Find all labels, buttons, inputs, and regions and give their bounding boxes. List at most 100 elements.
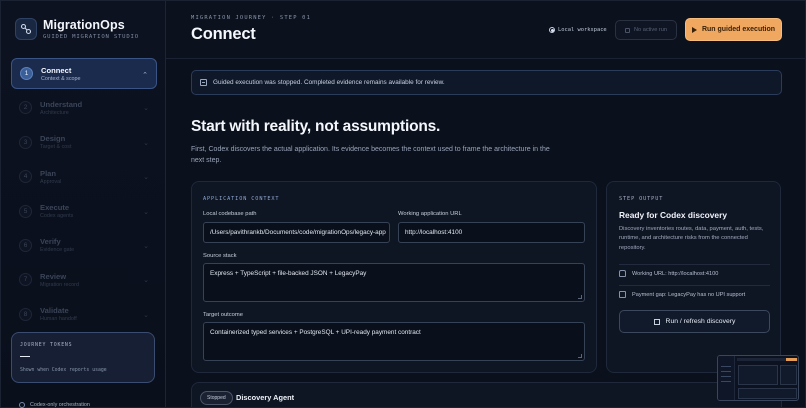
step-subtitle: Migration record xyxy=(40,281,79,288)
source-stack-textarea[interactable]: Express + TypeScript + file-backed JSON … xyxy=(203,263,585,302)
workspace-label: Local workspace xyxy=(558,27,607,33)
sidebar-footer: Codex-only orchestration xyxy=(19,402,90,408)
working-url-row: Working URL: http://localhost:4100 xyxy=(619,270,718,277)
step-connect[interactable]: 1 Connect Context & scope ⌃ xyxy=(11,58,157,89)
working-url-text: Working URL: http://localhost:4100 xyxy=(632,270,719,277)
step-title: Validate xyxy=(40,306,69,316)
application-url-input[interactable]: http://localhost:4100 xyxy=(398,222,585,243)
chevron-icon: ⌄ xyxy=(143,208,149,216)
target-outcome-label: Target outcome xyxy=(203,312,243,318)
step-title: Review xyxy=(40,271,67,281)
main-content: MIGRATION JOURNEY · STEP 01 Connect Loca… xyxy=(166,1,805,407)
chevron-icon: ⌄ xyxy=(143,105,149,113)
brand: MigrationOps GUIDED MIGRATION STUDIO xyxy=(1,1,165,40)
header: MIGRATION JOURNEY · STEP 01 Connect Loca… xyxy=(166,1,805,59)
step-subtitle: Context & scope xyxy=(41,75,81,82)
target-outcome-value: Containerized typed services + PostgreSQ… xyxy=(210,329,421,336)
step-validate[interactable]: 8 Validate Human handoff ⌄ xyxy=(11,299,157,330)
no-active-run-button[interactable]: No active run xyxy=(615,20,677,40)
logo-icon xyxy=(15,18,37,40)
journey-steps: 1 Connect Context & scope ⌃ 2 Understand… xyxy=(11,58,157,333)
step-number: 5 xyxy=(19,204,32,218)
no-active-run-label: No active run xyxy=(634,27,667,33)
hero-title: Start with reality, not assumptions. xyxy=(191,118,441,135)
step-title: Design xyxy=(40,134,66,144)
refresh-button-label: Run / refresh discovery xyxy=(665,318,736,325)
step-execute[interactable]: 5 Execute Codex agents ⌄ xyxy=(11,196,157,227)
chevron-icon: ⌄ xyxy=(143,139,149,147)
status-dot-icon xyxy=(19,402,25,408)
step-subtitle: Approval xyxy=(40,178,62,185)
server-icon xyxy=(619,270,626,277)
step-number: 6 xyxy=(19,238,32,252)
step-number: 3 xyxy=(19,135,32,149)
page-title: Connect xyxy=(191,25,256,43)
step-number: 2 xyxy=(19,101,32,115)
chevron-icon: ⌄ xyxy=(143,277,149,285)
step-design[interactable]: 3 Design Target & cost ⌄ xyxy=(11,127,157,158)
footer-label: Codex-only orchestration xyxy=(30,402,90,408)
resize-handle-icon[interactable] xyxy=(578,354,582,358)
chevron-icon: ⌄ xyxy=(143,174,149,182)
output-description: Discovery inventories routes, data, paym… xyxy=(619,226,764,251)
target-outcome-textarea[interactable]: Containerized typed services + PostgreSQ… xyxy=(203,322,585,361)
step-subtitle: Target & cost xyxy=(40,144,72,151)
brand-subtitle: GUIDED MIGRATION STUDIO xyxy=(43,34,139,40)
brand-name: MigrationOps xyxy=(43,18,125,32)
stop-icon xyxy=(625,27,631,33)
chevron-icon: ⌄ xyxy=(143,242,149,250)
card-icon xyxy=(619,291,626,298)
step-title: Verify xyxy=(40,237,61,247)
workspace-radio[interactable]: Local workspace xyxy=(549,27,607,33)
step-verify[interactable]: 6 Verify Evidence gate ⌄ xyxy=(11,230,157,261)
step-subtitle: Human handoff xyxy=(40,316,77,323)
run-button-label: Run guided execution xyxy=(701,26,776,33)
divider xyxy=(619,264,770,265)
step-plan[interactable]: 4 Plan Approval ⌄ xyxy=(11,161,157,192)
chevron-icon: ⌃ xyxy=(142,72,148,79)
section-label: APPLICATION CONTEXT xyxy=(203,196,280,202)
step-subtitle: Codex agents xyxy=(40,213,74,220)
run-refresh-discovery-button[interactable]: Run / refresh discovery xyxy=(619,310,770,333)
divider xyxy=(619,285,770,286)
journey-tokens-card: JOURNEY TOKENS — Shown when Codex report… xyxy=(11,332,155,383)
step-number: 7 xyxy=(19,273,32,287)
info-icon xyxy=(200,79,207,86)
play-icon xyxy=(691,26,697,33)
step-title: Execute xyxy=(40,203,70,213)
codebase-path-input[interactable]: /Users/pavithrankb/Documents/code/migrat… xyxy=(203,222,390,243)
url-label: Working application URL xyxy=(398,211,462,217)
status-badge: Stopped xyxy=(200,391,233,405)
source-stack-label: Source stack xyxy=(203,253,237,259)
screenshot-thumbnail[interactable] xyxy=(717,355,799,401)
resize-handle-icon[interactable] xyxy=(578,295,582,299)
scan-icon xyxy=(653,318,660,325)
step-number: 1 xyxy=(20,67,33,80)
breadcrumb: MIGRATION JOURNEY · STEP 01 xyxy=(191,15,312,21)
hero-description: First, Codex discovers the actual applic… xyxy=(191,146,550,164)
application-context-card: APPLICATION CONTEXT Local codebase path … xyxy=(191,181,597,373)
notice-text: Guided execution was stopped. Completed … xyxy=(213,79,445,86)
step-title: Connect xyxy=(41,65,72,75)
run-guided-execution-button[interactable]: Run guided execution xyxy=(685,18,782,41)
tokens-note: Shown when Codex reports usage xyxy=(20,368,107,373)
tokens-title: JOURNEY TOKENS xyxy=(20,342,73,348)
codebase-label: Local codebase path xyxy=(203,211,257,217)
sidebar: MigrationOps GUIDED MIGRATION STUDIO 1 C… xyxy=(1,1,166,408)
radio-selected-icon xyxy=(549,27,555,33)
step-title: Plan xyxy=(40,168,57,178)
source-stack-value: Express + TypeScript + file-backed JSON … xyxy=(210,270,367,277)
step-subtitle: Evidence gate xyxy=(40,247,75,254)
step-review[interactable]: 7 Review Migration record ⌄ xyxy=(11,264,157,295)
step-subtitle: Architecture xyxy=(40,109,69,116)
step-output-card: STEP OUTPUT Ready for Codex discovery Di… xyxy=(606,181,781,373)
app-window: MigrationOps GUIDED MIGRATION STUDIO 1 C… xyxy=(0,0,806,408)
payment-gap-text: Payment gap: LegacyPay has no UPI suppor… xyxy=(632,291,746,298)
section-label: STEP OUTPUT xyxy=(619,196,664,202)
tokens-value: — xyxy=(20,351,30,362)
step-understand[interactable]: 2 Understand Architecture ⌄ xyxy=(11,92,157,123)
agent-strip: Stopped Discovery Agent xyxy=(191,382,782,407)
step-title: Understand xyxy=(40,99,83,109)
chevron-icon: ⌄ xyxy=(143,311,149,319)
agent-name: Discovery Agent xyxy=(236,393,295,402)
